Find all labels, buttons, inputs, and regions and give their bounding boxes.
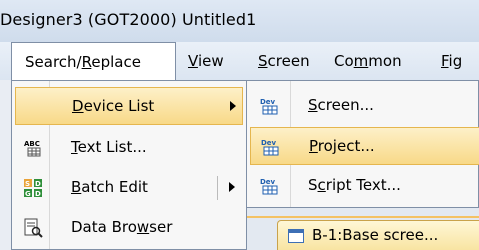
submenu-item-script-text[interactable]: Dev Script Text... (250, 167, 479, 205)
title-bar: Designer3 (GOT2000) Untitled1 (0, 0, 479, 42)
dev-icon: Dev (261, 137, 281, 157)
menu-view[interactable]: View (188, 42, 224, 80)
submenu-item-label: Project... (309, 137, 375, 155)
menu-item-label: Data Browser (71, 218, 173, 236)
svg-text:D: D (35, 180, 41, 188)
submenu-item-project[interactable]: Dev Project... (250, 127, 479, 165)
menu-item-device-list[interactable]: Device List (15, 87, 243, 125)
batch-edit-icon: S G D D (23, 178, 43, 198)
search-replace-dropdown: Device List ABC Text List... S G D D Bat… (11, 80, 247, 250)
menu-item-label: Batch Edit (71, 178, 148, 196)
svg-text:Dev: Dev (260, 178, 276, 186)
menu-item-batch-edit[interactable]: S G D D Batch Edit (15, 169, 243, 207)
submenu-item-label: Screen... (308, 96, 374, 114)
submenu-arrow-icon (229, 182, 235, 192)
window-icon (288, 229, 304, 243)
tab-base-screen[interactable]: B-1:Base scree... (277, 220, 479, 250)
svg-text:ABC: ABC (24, 140, 40, 148)
dev-icon: Dev (260, 96, 280, 116)
submenu-item-screen[interactable]: Dev Screen... (250, 87, 479, 125)
svg-text:Dev: Dev (261, 139, 277, 147)
menu-bar: Search/Replace View Screen Common Fig (0, 42, 479, 81)
submenu-item-label: Script Text... (308, 176, 401, 194)
svg-text:D: D (35, 190, 41, 198)
menu-search-replace[interactable]: Search/Replace (11, 42, 176, 81)
svg-text:S: S (25, 180, 30, 188)
tab-label: B-1:Base scree... (312, 226, 439, 244)
tab-underline (247, 216, 479, 218)
menu-item-data-browser[interactable]: Data Browser (15, 209, 243, 247)
dev-icon: Dev (260, 176, 280, 196)
menu-screen[interactable]: Screen (258, 42, 310, 80)
submenu-arrow-icon (230, 101, 236, 111)
abc-list-icon: ABC (23, 138, 43, 158)
window-title: Designer3 (GOT2000) Untitled1 (0, 10, 257, 29)
menu-item-label: Text List... (71, 138, 147, 156)
svg-text:Dev: Dev (260, 98, 276, 106)
screen-tab-strip: B-1:Base scree... (247, 208, 479, 250)
menu-item-label: Device List (72, 97, 155, 115)
menu-item-text-list[interactable]: ABC Text List... (15, 129, 243, 167)
data-browser-icon (23, 218, 43, 238)
separator (217, 176, 218, 200)
menu-figure[interactable]: Fig (441, 42, 462, 80)
menu-common[interactable]: Common (334, 42, 402, 80)
svg-text:G: G (25, 190, 31, 198)
device-list-submenu: Dev Screen... Dev Project... Dev Script … (247, 80, 479, 208)
